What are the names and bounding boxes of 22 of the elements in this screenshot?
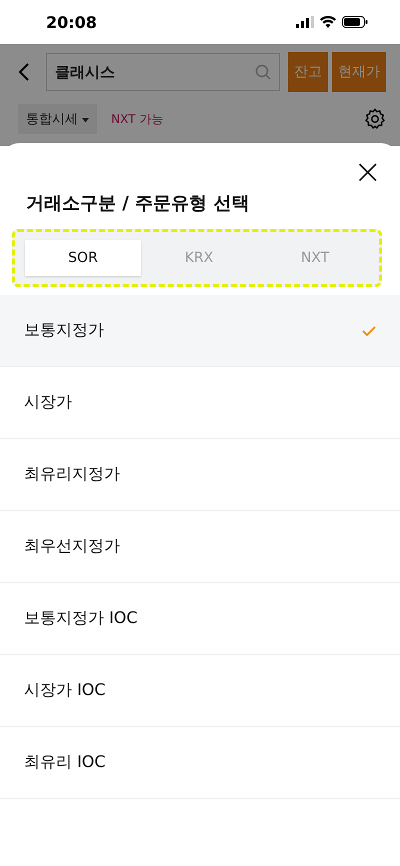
order-type-option[interactable]: 시장가 — [0, 367, 400, 439]
signal-icon — [296, 16, 314, 28]
sheet-title: 거래소구분 / 주문유형 선택 — [25, 192, 250, 215]
quote-mode-dropdown[interactable]: 통합시세 — [18, 104, 98, 134]
search-icon — [255, 64, 271, 80]
back-icon[interactable] — [18, 62, 30, 82]
caret-icon — [82, 118, 90, 123]
order-type-option[interactable]: 최유리지정가 — [0, 439, 400, 511]
check-icon — [362, 326, 376, 336]
order-type-option[interactable]: 최우선지정가 — [0, 511, 400, 583]
order-type-option[interactable]: 보통지정가 — [0, 295, 400, 367]
order-type-option[interactable]: 시장가 IOC — [0, 655, 400, 727]
exchange-tab[interactable]: SOR — [25, 240, 141, 276]
nxt-available-label: NXT 가능 — [111, 110, 164, 128]
wifi-icon — [320, 16, 336, 28]
order-type-option[interactable]: 최유리 IOC — [0, 727, 400, 799]
search-field[interactable]: 클래시스 — [46, 53, 280, 91]
close-button[interactable]: × — [354, 157, 382, 187]
order-type-option[interactable]: 보통지정가 IOC — [0, 583, 400, 655]
settings-icon[interactable] — [364, 108, 386, 130]
battery-icon — [342, 16, 368, 28]
status-time: 20:08 — [46, 12, 97, 32]
